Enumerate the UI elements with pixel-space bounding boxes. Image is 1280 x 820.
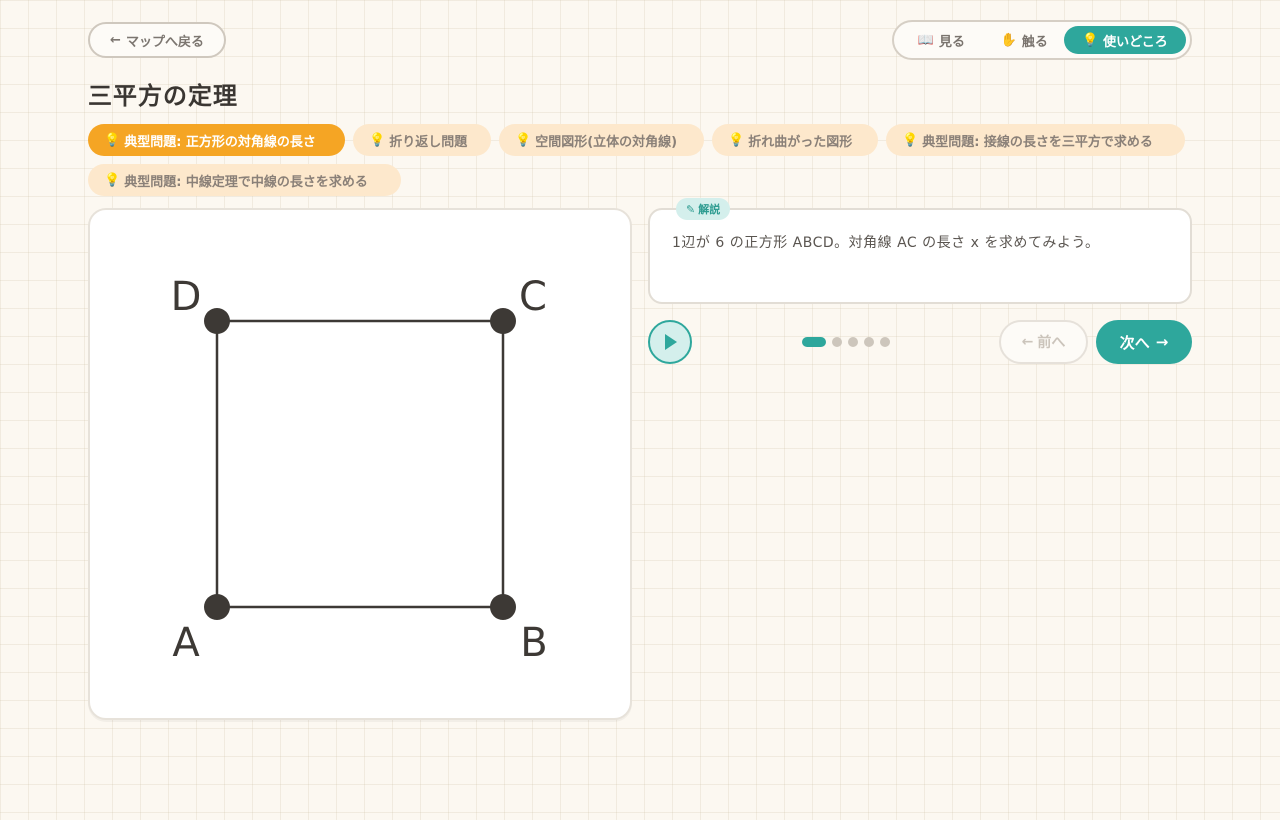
point-b[interactable]	[490, 594, 516, 620]
lightbulb-icon: 💡	[369, 132, 386, 148]
lightbulb-icon: 💡	[728, 132, 745, 148]
prev-button[interactable]: ← 前へ	[999, 320, 1088, 364]
arrow-left-icon: ←	[1021, 334, 1034, 350]
lightbulb-icon: 💡	[515, 132, 532, 148]
hand-icon: ✋	[1000, 32, 1017, 48]
label-d: D	[171, 274, 202, 320]
arrow-right-icon: →	[1155, 333, 1169, 351]
back-to-map-button[interactable]: ← マップへ戻る	[88, 22, 226, 58]
label-c: C	[519, 274, 547, 320]
play-icon	[665, 334, 677, 350]
explanation-tag: ✎ 解説	[676, 198, 731, 220]
mode-tab-usage[interactable]: 💡 使いどころ	[1063, 26, 1186, 54]
chip-label: 空間図形(立体の対角線)	[535, 134, 678, 150]
step-indicator	[802, 337, 890, 347]
chip-tangent-length[interactable]: 💡 典型問題: 接線の長さを三平方で求める	[886, 124, 1185, 156]
lightbulb-icon: 💡	[1081, 32, 1099, 48]
back-to-map-label: マップへ戻る	[125, 34, 204, 50]
play-button[interactable]	[648, 320, 692, 364]
pencil-icon: ✎	[686, 202, 696, 216]
figure-canvas: A B C D	[88, 208, 632, 720]
lightbulb-icon: 💡	[902, 132, 919, 148]
explanation-text: 1辺が 6 の正方形 ABCD。対角線 AC の長さ x を求めてみよう。	[672, 235, 1100, 251]
chip-folding[interactable]: 💡 折り返し問題	[353, 124, 491, 156]
step-dot-3[interactable]	[848, 337, 858, 347]
prev-label: 前へ	[1037, 335, 1066, 351]
chip-label: 折り返し問題	[389, 134, 468, 150]
chip-label: 典型問題: 接線の長さを三平方で求める	[922, 134, 1153, 150]
step-dot-2[interactable]	[832, 337, 842, 347]
book-icon: 📖	[917, 32, 934, 48]
chip-square-diagonal[interactable]: 💡 典型問題: 正方形の対角線の長さ	[88, 124, 345, 156]
mode-switch: 📖 見る ✋ 触る 💡 使いどころ	[892, 20, 1192, 60]
chip-median-theorem[interactable]: 💡 典型問題: 中線定理で中線の長さを求める	[88, 164, 401, 196]
mode-tab-touch[interactable]: ✋ 触る	[987, 26, 1062, 54]
explanation-tag-label: 解説	[698, 203, 721, 216]
mode-tab-see[interactable]: 📖 見る	[898, 26, 985, 54]
chip-label: 折れ曲がった図形	[748, 134, 853, 150]
point-a[interactable]	[204, 594, 230, 620]
chip-space-figure[interactable]: 💡 空間図形(立体の対角線)	[499, 124, 704, 156]
arrow-left-icon: ←	[110, 32, 121, 48]
next-button[interactable]: 次へ →	[1096, 320, 1192, 364]
step-dot-4[interactable]	[864, 337, 874, 347]
step-dot-5[interactable]	[880, 337, 890, 347]
chip-label: 典型問題: 正方形の対角線の長さ	[124, 134, 316, 150]
page-title: 三平方の定理	[88, 82, 238, 110]
mode-tab-usage-label: 使いどころ	[1103, 34, 1168, 50]
point-d[interactable]	[204, 308, 230, 334]
point-c[interactable]	[490, 308, 516, 334]
square-figure: A B C D	[171, 274, 548, 666]
mode-tab-see-label: 見る	[938, 34, 965, 50]
step-dot-1[interactable]	[802, 337, 826, 347]
chip-bent-figure[interactable]: 💡 折れ曲がった図形	[712, 124, 878, 156]
label-b: B	[520, 620, 547, 666]
chip-label: 典型問題: 中線定理で中線の長さを求める	[124, 174, 368, 190]
lightbulb-icon: 💡	[104, 132, 121, 148]
next-label: 次へ	[1119, 333, 1150, 352]
label-a: A	[172, 620, 200, 666]
lightbulb-icon: 💡	[104, 172, 121, 188]
explanation-card: ✎ 解説 1辺が 6 の正方形 ABCD。対角線 AC の長さ x を求めてみよ…	[648, 198, 1192, 304]
mode-tab-touch-label: 触る	[1021, 34, 1048, 50]
